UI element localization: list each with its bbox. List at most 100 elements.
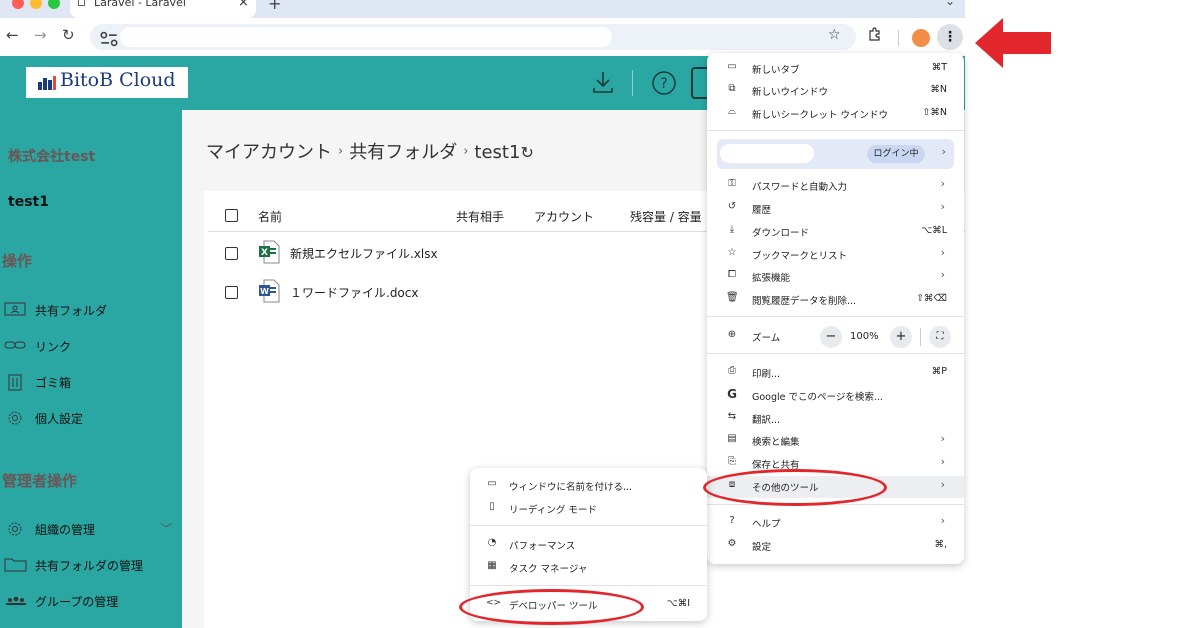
menu-item-shortcut: ⌘P (931, 366, 947, 377)
extensions-icon: ⧠ (728, 269, 736, 280)
bitob-logo[interactable]: BitoB Cloud (26, 67, 188, 98)
chevron-down-icon[interactable]: ﹀ (160, 520, 172, 537)
column-header-name[interactable]: 名前 (258, 208, 282, 225)
download-icon[interactable] (592, 70, 614, 94)
menu-item-label: ウィンドウに名前を付ける... (509, 482, 633, 493)
breadcrumb-separator: › (463, 144, 469, 159)
column-header-shared-with[interactable]: 共有相手 (456, 208, 504, 225)
menu-item-find-edit[interactable]: ▤ 検索と編集 › (707, 430, 964, 452)
fullscreen-button[interactable]: ⛶ (929, 326, 951, 348)
menu-profile-row[interactable]: ログイン中 › (717, 139, 954, 169)
menu-item-label: 閲覧履歴データを削除... (752, 296, 857, 307)
performance-icon: ◔ (487, 537, 497, 548)
incognito-icon: ⌓ (728, 106, 736, 117)
chevron-right-icon: › (941, 145, 946, 158)
sidebar-item-personal-settings[interactable]: 個人設定 (4, 408, 182, 428)
help-icon[interactable]: ? (651, 70, 677, 96)
browser-toolbar: ← → ↻ ☆ ⋮ (0, 18, 965, 56)
google-icon: G (727, 387, 737, 401)
file-name[interactable]: １ワードファイル.docx (290, 284, 418, 301)
reading-mode-icon: ▯ (489, 501, 495, 512)
translate-icon: ⇆ (727, 411, 737, 422)
menu-item-shortcut: ⌥⌘I (666, 598, 690, 609)
menu-item-new-incognito-window[interactable]: ⌓ 新しいシークレット ウインドウ ⇧⌘N (707, 103, 964, 125)
breadcrumb-item-shared-folder[interactable]: 共有フォルダ (349, 142, 457, 163)
sidebar-item-trash[interactable]: ゴミ箱 (4, 372, 182, 392)
sidebar-item-label: 共有フォルダ (35, 304, 108, 318)
chrome-menu-button[interactable]: ⋮ (937, 24, 963, 50)
menu-item-new-tab[interactable]: ▭ 新しいタブ ⌘T (707, 58, 964, 80)
new-tab-button[interactable]: + (268, 0, 281, 13)
menu-item-new-window[interactable]: ⧉ 新しいウインドウ ⌘N (707, 80, 964, 102)
extensions-icon[interactable] (868, 27, 882, 41)
menu-item-settings[interactable]: ⚙ 設定 ⌘, (707, 535, 964, 557)
zoom-out-button[interactable]: − (820, 326, 842, 348)
breadcrumb-separator: › (338, 144, 344, 159)
reload-button[interactable]: ↻ (62, 26, 75, 44)
profile-name-pill (720, 144, 814, 163)
menu-item-downloads[interactable]: ⤓ ダウンロード ⌥⌘L (707, 221, 964, 243)
zoom-level: 100% (850, 331, 879, 342)
file-name[interactable]: 新規エクセルファイル.xlsx (290, 245, 438, 262)
sidebar-item-link[interactable]: リンク (4, 336, 182, 356)
forward-button[interactable]: → (34, 26, 47, 44)
zoom-in-button[interactable]: + (890, 326, 912, 348)
gear-icon (8, 522, 22, 536)
menu-item-extensions[interactable]: ⧠ 拡張機能 › (707, 266, 964, 288)
window-icon: ▭ (487, 478, 497, 489)
sidebar-item-group-management[interactable]: グループの管理 (4, 591, 182, 611)
address-bar[interactable] (90, 24, 856, 50)
annotation-arrow-icon (975, 18, 1051, 68)
tab-title: Laravel - Laravel (94, 0, 186, 9)
menu-item-search-google[interactable]: G Google でこのページを検索... (707, 385, 964, 407)
menu-item-label: 新しいウインドウ (752, 87, 829, 98)
breadcrumb-item-current: test1 (474, 142, 521, 163)
menu-item-help[interactable]: ? ヘルプ › (707, 512, 964, 534)
gear-icon (8, 411, 22, 425)
menu-item-translate[interactable]: ⇆ 翻訳... (707, 408, 964, 430)
page-favicon-icon (78, 0, 85, 6)
profile-avatar[interactable] (912, 29, 930, 47)
back-button[interactable]: ← (6, 26, 19, 44)
menu-item-task-manager[interactable]: ▦ タスク マネージャ (470, 557, 707, 579)
url-input[interactable] (120, 27, 612, 47)
menu-item-history[interactable]: ↺ 履歴 › (707, 198, 964, 220)
sidebar-item-shared-folder[interactable]: 共有フォルダ (4, 300, 182, 320)
menu-item-clear-browsing-data[interactable]: 🗑 閲覧履歴データを削除... ⇧⌘⌫ (707, 289, 964, 311)
minimize-window-button[interactable] (30, 0, 42, 9)
column-header-capacity[interactable]: 残容量 / 容量 (630, 208, 702, 225)
column-header-account[interactable]: アカウント (534, 208, 594, 225)
browser-tab[interactable]: Laravel - Laravel × (70, 0, 256, 18)
maximize-window-button[interactable] (48, 0, 60, 9)
menu-item-label: 検索と編集 (752, 437, 800, 448)
menu-item-label: ダウンロード (752, 228, 810, 239)
highlight-ring-developer-tools (459, 589, 644, 625)
menu-item-passwords[interactable]: ⚿ パスワードと自動入力 › (707, 175, 964, 197)
menu-item-name-window[interactable]: ▭ ウィンドウに名前を付ける... (470, 475, 707, 497)
menu-item-bookmarks[interactable]: ☆ ブックマークとリスト › (707, 244, 964, 266)
menu-item-shortcut: ⌥⌘L (921, 225, 947, 236)
menu-item-performance[interactable]: ◔ パフォーマンス (470, 534, 707, 556)
tab-close-icon[interactable]: × (238, 0, 249, 10)
row-checkbox[interactable] (225, 286, 238, 299)
menu-divider (470, 525, 707, 526)
chevron-right-icon: › (940, 455, 945, 468)
row-checkbox[interactable] (225, 247, 238, 260)
close-window-button[interactable] (12, 0, 24, 9)
chevron-right-icon: › (940, 200, 945, 213)
select-all-checkbox[interactable] (225, 209, 238, 222)
svg-text:W: W (260, 287, 269, 296)
tab-search-chevron-icon[interactable]: ⌄ (945, 0, 955, 8)
sidebar-item-shared-folder-management[interactable]: 共有フォルダの管理 (4, 555, 182, 575)
bookmark-star-icon[interactable]: ☆ (828, 27, 841, 43)
download-icon: ⤓ (729, 224, 735, 235)
sidebar-item-org-management[interactable]: 組織の管理 ﹀ (4, 519, 182, 539)
sidebar-item-label: ゴミ箱 (35, 376, 72, 390)
refresh-icon[interactable]: ↻ (520, 143, 533, 162)
menu-item-reading-mode[interactable]: ▯ リーディング モード (470, 498, 707, 520)
chevron-right-icon: › (940, 268, 945, 281)
site-info-icon[interactable] (98, 30, 120, 48)
header-divider (632, 70, 633, 96)
breadcrumb-item-my-account[interactable]: マイアカウント (206, 142, 332, 163)
menu-item-print[interactable]: ⎙ 印刷... ⌘P (707, 362, 964, 384)
